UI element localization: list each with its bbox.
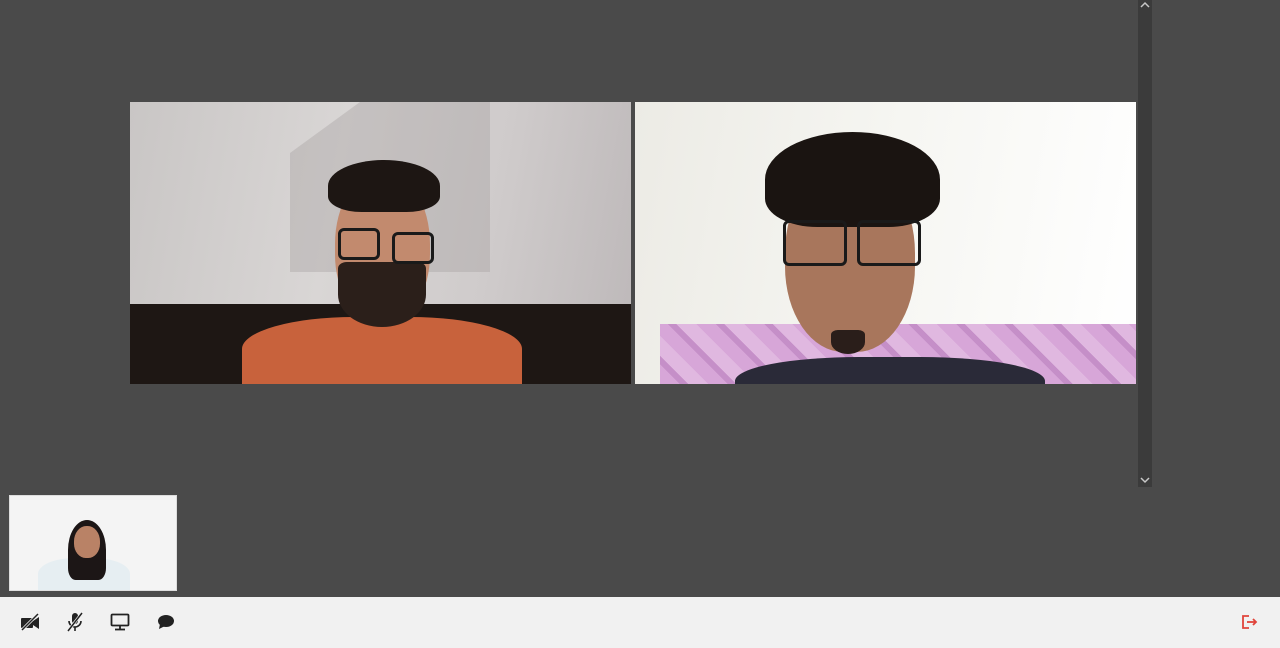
leave-call-button[interactable] — [1237, 609, 1263, 635]
mic-off-icon — [66, 612, 84, 632]
chevron-down-icon[interactable] — [1138, 475, 1152, 487]
participant-video-tile[interactable] — [130, 102, 631, 384]
self-view-thumbnail[interactable] — [9, 495, 177, 591]
participant-figure — [635, 102, 1136, 384]
self-view-figure — [10, 496, 176, 590]
monitor-icon — [110, 613, 130, 631]
video-off-icon — [20, 613, 40, 631]
chevron-up-icon[interactable] — [1138, 0, 1152, 12]
share-screen-button[interactable] — [107, 609, 133, 635]
participant-video-tile[interactable] — [635, 102, 1136, 384]
scrollbar[interactable] — [1138, 0, 1152, 487]
chat-button[interactable] — [153, 609, 179, 635]
exit-icon — [1242, 615, 1258, 629]
participant-figure — [130, 102, 631, 384]
call-toolbar — [0, 597, 1280, 648]
chat-bubble-icon — [158, 615, 174, 629]
video-stage — [0, 0, 1280, 597]
toggle-camera-button[interactable] — [17, 609, 43, 635]
toggle-mic-button[interactable] — [62, 609, 88, 635]
